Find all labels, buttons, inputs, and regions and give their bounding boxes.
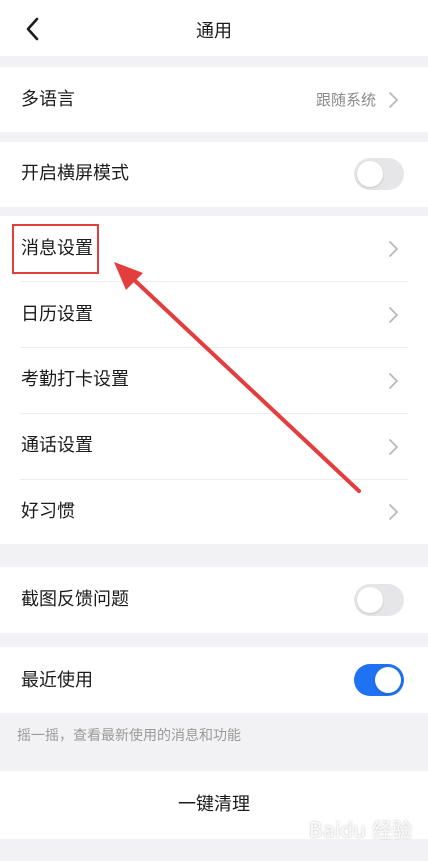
chevron-right-icon: [389, 307, 398, 323]
landscape-label: 开启横屏模式: [21, 163, 129, 184]
toggle-knob: [375, 667, 401, 693]
language-row[interactable]: 多语言 跟随系统: [0, 67, 428, 132]
settings-item-label: 通话设置: [21, 435, 93, 456]
screenshot-feedback-group: 截图反馈问题: [0, 567, 428, 633]
screenshot-feedback-label: 截图反馈问题: [21, 589, 129, 610]
landscape-group: 开启横屏模式: [0, 142, 428, 207]
chevron-right-icon: [389, 504, 398, 520]
chevron-right-icon: [389, 92, 398, 108]
settings-item-label: 日历设置: [21, 304, 93, 325]
recent-use-toggle[interactable]: [354, 664, 404, 696]
landscape-row: 开启横屏模式: [0, 142, 428, 207]
language-group: 多语言 跟随系统: [0, 67, 428, 132]
screenshot-feedback-row: 截图反馈问题: [0, 567, 428, 633]
toggle-knob: [357, 161, 383, 187]
recent-use-row: 最近使用: [0, 647, 428, 713]
recent-use-group: 最近使用: [0, 647, 428, 713]
screenshot-feedback-toggle[interactable]: [354, 584, 404, 616]
chevron-right-icon: [389, 373, 398, 389]
toggle-knob: [357, 587, 383, 613]
recent-use-label: 最近使用: [21, 670, 93, 691]
watermark: Baidu 经验: [309, 818, 413, 842]
recent-use-hint: 摇一摇，查看最新使用的消息和功能: [17, 728, 241, 744]
settings-item-calendar[interactable]: 日历设置: [0, 282, 428, 347]
language-value: 跟随系统: [315, 91, 376, 109]
settings-item-label: 好习惯: [21, 501, 75, 522]
chevron-right-icon: [389, 439, 398, 455]
settings-item-habit[interactable]: 好习惯: [0, 480, 428, 544]
landscape-toggle[interactable]: [354, 158, 404, 190]
settings-item-attendance[interactable]: 考勤打卡设置: [0, 348, 428, 413]
header-bar: 通用: [0, 0, 428, 56]
settings-item-message[interactable]: 消息设置: [0, 216, 428, 281]
settings-item-label: 考勤打卡设置: [21, 369, 129, 390]
settings-item-call[interactable]: 通话设置: [0, 414, 428, 479]
chevron-right-icon: [389, 241, 398, 257]
language-label: 多语言: [21, 89, 75, 110]
settings-list-group: 消息设置 日历设置 考勤打卡设置 通话设置 好习惯: [0, 216, 428, 544]
settings-item-label: 消息设置: [21, 238, 93, 259]
page-title: 通用: [196, 21, 232, 42]
